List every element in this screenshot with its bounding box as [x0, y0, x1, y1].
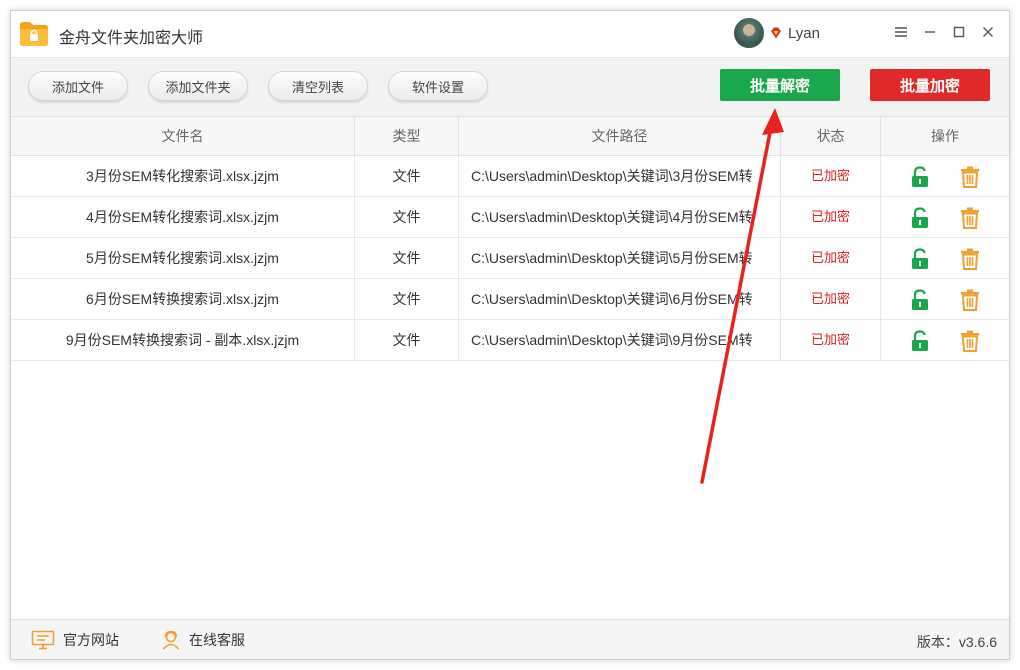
file-name: 6月份SEM转换搜索词.xlsx.jzjm	[11, 279, 355, 319]
minimize-icon[interactable]	[921, 23, 939, 41]
file-type: 文件	[355, 320, 459, 360]
row-actions	[881, 197, 1009, 237]
trash-icon[interactable]	[960, 166, 980, 188]
table-row[interactable]: 3月份SEM转化搜索词.xlsx.jzjm 文件 C:\Users\admin\…	[11, 156, 1009, 197]
version-label: 版本：v3.6.6	[916, 634, 997, 650]
monitor-icon	[31, 630, 55, 650]
website-label: 官方网站	[63, 632, 119, 648]
trash-icon[interactable]	[960, 207, 980, 229]
batch-decrypt-button[interactable]: 批量解密	[720, 69, 840, 101]
file-path: C:\Users\admin\Desktop\关键词\6月份SEM转	[459, 279, 781, 319]
unlock-icon[interactable]	[910, 289, 930, 311]
file-table: 文件名 类型 文件路径 状态 操作 3月份SEM转化搜索词.xlsx.jzjm …	[11, 116, 1009, 361]
trash-icon[interactable]	[960, 289, 980, 311]
row-actions	[881, 156, 1009, 196]
status-badge: 已加密	[781, 238, 881, 278]
header-filename[interactable]: 文件名	[11, 117, 355, 156]
file-path: C:\Users\admin\Desktop\关键词\9月份SEM转	[459, 320, 781, 360]
file-path: C:\Users\admin\Desktop\关键词\3月份SEM转	[459, 156, 781, 196]
close-icon[interactable]	[979, 23, 997, 41]
file-type: 文件	[355, 279, 459, 319]
toolbar: 添加文件 添加文件夹 清空列表 软件设置 批量解密 批量加密	[11, 57, 1009, 116]
folder-lock-icon	[20, 22, 48, 46]
file-name: 3月份SEM转化搜索词.xlsx.jzjm	[11, 156, 355, 196]
file-type: 文件	[355, 156, 459, 196]
username[interactable]: Lyan	[788, 25, 820, 42]
table-row[interactable]: 5月份SEM转化搜索词.xlsx.jzjm 文件 C:\Users\admin\…	[11, 238, 1009, 279]
headset-person-icon	[162, 630, 180, 650]
support-link[interactable]: 在线客服	[161, 630, 245, 650]
table-row[interactable]: 4月份SEM转化搜索词.xlsx.jzjm 文件 C:\Users\admin\…	[11, 197, 1009, 238]
file-type: 文件	[355, 238, 459, 278]
row-actions	[881, 320, 1009, 360]
title-bar: 金舟文件夹加密大师 Lyan	[11, 11, 1009, 57]
row-actions	[881, 238, 1009, 278]
file-path: C:\Users\admin\Desktop\关键词\5月份SEM转	[459, 238, 781, 278]
trash-icon[interactable]	[960, 248, 980, 270]
vip-diamond-icon	[771, 27, 781, 39]
batch-encrypt-button[interactable]: 批量加密	[870, 69, 990, 101]
settings-button[interactable]: 软件设置	[388, 71, 488, 101]
maximize-icon[interactable]	[950, 23, 968, 41]
header-actions: 操作	[931, 128, 959, 144]
row-actions	[881, 279, 1009, 319]
app-title: 金舟文件夹加密大师	[59, 30, 204, 47]
unlock-icon[interactable]	[910, 166, 930, 188]
app-window: 金舟文件夹加密大师 Lyan 添加文件 添加文件夹 清空列表 软件设置 批量解密…	[10, 10, 1010, 660]
status-badge: 已加密	[781, 320, 881, 360]
header-type[interactable]: 类型	[355, 117, 459, 156]
status-badge: 已加密	[781, 279, 881, 319]
file-type: 文件	[355, 197, 459, 237]
unlock-icon[interactable]	[910, 207, 930, 229]
header-path[interactable]: 文件路径	[459, 117, 781, 156]
status-badge: 已加密	[781, 156, 881, 196]
header-status[interactable]: 状态	[781, 117, 881, 156]
unlock-icon[interactable]	[910, 248, 930, 270]
table-row[interactable]: 6月份SEM转换搜索词.xlsx.jzjm 文件 C:\Users\admin\…	[11, 279, 1009, 320]
file-name: 4月份SEM转化搜索词.xlsx.jzjm	[11, 197, 355, 237]
menu-icon[interactable]	[892, 23, 910, 41]
table-header: 文件名 类型 文件路径 状态 操作	[11, 116, 1009, 156]
file-name: 9月份SEM转换搜索词 - 副本.xlsx.jzjm	[11, 320, 355, 360]
website-link[interactable]: 官方网站	[31, 630, 119, 650]
avatar[interactable]	[734, 18, 764, 48]
clear-list-button[interactable]: 清空列表	[268, 71, 368, 101]
unlock-icon[interactable]	[910, 330, 930, 352]
file-name: 5月份SEM转化搜索词.xlsx.jzjm	[11, 238, 355, 278]
status-bar: 官方网站 在线客服 版本：v3.6.6	[11, 619, 1009, 659]
support-label: 在线客服	[189, 632, 245, 648]
file-path: C:\Users\admin\Desktop\关键词\4月份SEM转	[459, 197, 781, 237]
table-row[interactable]: 9月份SEM转换搜索词 - 副本.xlsx.jzjm 文件 C:\Users\a…	[11, 320, 1009, 361]
add-folder-button[interactable]: 添加文件夹	[148, 71, 248, 101]
trash-icon[interactable]	[960, 330, 980, 352]
add-file-button[interactable]: 添加文件	[28, 71, 128, 101]
status-badge: 已加密	[781, 197, 881, 237]
